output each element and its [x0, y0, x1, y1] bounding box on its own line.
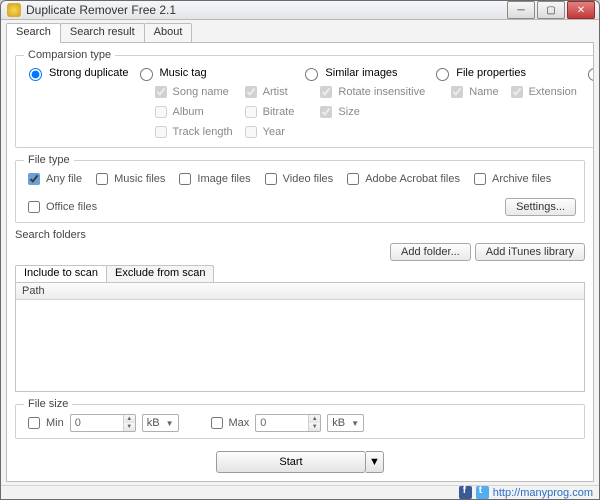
max-value-input[interactable]: ▲▼ [255, 414, 321, 432]
chk-any-file[interactable]: Any file [24, 170, 82, 188]
main-tabs: Search Search result About [6, 23, 594, 43]
file-type-group: File type Any file Music files Image fil… [15, 154, 585, 223]
radio-strong-duplicate-input[interactable] [29, 68, 42, 81]
min-value-field[interactable] [71, 415, 123, 431]
radio-outlook-emails-input[interactable] [588, 68, 594, 81]
subtab-include[interactable]: Include to scan [15, 265, 107, 283]
tab-search-result[interactable]: Search result [60, 23, 145, 43]
radio-strong-duplicate[interactable]: Strong duplicate [24, 65, 129, 81]
up-arrow-icon[interactable]: ▲ [124, 415, 135, 423]
max-spinner[interactable]: ▲▼ [308, 415, 320, 431]
app-window: Duplicate Remover Free 2.1 ─ ▢ ✕ Search … [0, 0, 600, 500]
chk-artist[interactable]: Artist [241, 83, 295, 101]
chk-year[interactable]: Year [241, 123, 295, 141]
max-value-field[interactable] [256, 415, 308, 431]
path-rows[interactable] [16, 300, 584, 391]
chk-rotate-insensitive[interactable]: Rotate insensitive [316, 83, 425, 101]
search-folders-label: Search folders [15, 229, 585, 241]
minimize-button[interactable]: ─ [507, 1, 535, 19]
settings-button[interactable]: Settings... [505, 198, 576, 216]
add-folder-button[interactable]: Add folder... [390, 243, 471, 261]
start-button[interactable]: Start [216, 451, 366, 473]
chk-pdf-files[interactable]: Adobe Acrobat files [343, 170, 460, 188]
chk-video-files[interactable]: Video files [261, 170, 334, 188]
start-dropdown-button[interactable]: ▼ [366, 451, 384, 473]
max-unit-select[interactable]: kB▼ [327, 414, 364, 432]
path-column-header[interactable]: Path [16, 283, 584, 300]
window-title: Duplicate Remover Free 2.1 [26, 3, 505, 17]
tab-about[interactable]: About [144, 23, 193, 43]
comparison-type-group: Comparsion type Strong duplicate Music t… [15, 49, 594, 148]
chk-music-files[interactable]: Music files [92, 170, 165, 188]
twitter-icon[interactable] [476, 486, 489, 499]
chk-extension[interactable]: Extension [507, 83, 577, 101]
chk-name[interactable]: Name [447, 83, 498, 101]
up-arrow-icon[interactable]: ▲ [309, 415, 320, 423]
facebook-icon[interactable] [459, 486, 472, 499]
chk-bitrate[interactable]: Bitrate [241, 103, 295, 121]
title-bar[interactable]: Duplicate Remover Free 2.1 ─ ▢ ✕ [1, 1, 599, 20]
file-size-legend: File size [24, 398, 72, 410]
down-arrow-icon[interactable]: ▼ [124, 423, 135, 431]
chk-song-name[interactable]: Song name [151, 83, 233, 101]
status-bar: http://manyprog.com [1, 485, 599, 499]
min-value-input[interactable]: ▲▼ [70, 414, 136, 432]
file-type-legend: File type [24, 154, 74, 166]
chk-track-length[interactable]: Track length [151, 123, 233, 141]
radio-file-properties-input[interactable] [436, 68, 449, 81]
min-unit-select[interactable]: kB▼ [142, 414, 179, 432]
chevron-down-icon: ▼ [351, 419, 359, 428]
min-spinner[interactable]: ▲▼ [123, 415, 135, 431]
chk-image-files[interactable]: Image files [175, 170, 250, 188]
radio-outlook-emails[interactable]: Outlook emails [583, 65, 594, 81]
chk-max[interactable]: Max [207, 414, 250, 432]
path-grid[interactable]: Path [15, 282, 585, 392]
tab-body-search: Comparsion type Strong duplicate Music t… [6, 42, 594, 482]
chk-image-size[interactable]: Size [316, 103, 425, 121]
app-icon [7, 3, 21, 17]
tab-search[interactable]: Search [6, 23, 61, 43]
radio-similar-images-input[interactable] [305, 68, 318, 81]
close-button[interactable]: ✕ [567, 1, 595, 19]
search-folders-area: Search folders Add folder... Add iTunes … [15, 229, 585, 392]
comparison-legend: Comparsion type [24, 49, 115, 61]
radio-similar-images[interactable]: Similar images [300, 65, 425, 81]
client-area: Search Search result About Comparsion ty… [1, 20, 599, 485]
chk-min[interactable]: Min [24, 414, 64, 432]
radio-file-properties[interactable]: File properties [431, 65, 577, 81]
file-size-group: File size Min ▲▼ kB▼ Max ▲▼ kB▼ [15, 398, 585, 439]
down-arrow-icon[interactable]: ▼ [309, 423, 320, 431]
radio-music-tag[interactable]: Music tag [135, 65, 295, 81]
homepage-link[interactable]: http://manyprog.com [493, 487, 593, 499]
chk-office-files[interactable]: Office files [24, 198, 97, 216]
chk-archive-files[interactable]: Archive files [470, 170, 551, 188]
radio-music-tag-input[interactable] [140, 68, 153, 81]
maximize-button[interactable]: ▢ [537, 1, 565, 19]
subtab-exclude[interactable]: Exclude from scan [106, 265, 214, 283]
chevron-down-icon: ▼ [369, 456, 380, 468]
chk-album[interactable]: Album [151, 103, 233, 121]
chevron-down-icon: ▼ [166, 419, 174, 428]
add-itunes-button[interactable]: Add iTunes library [475, 243, 585, 261]
